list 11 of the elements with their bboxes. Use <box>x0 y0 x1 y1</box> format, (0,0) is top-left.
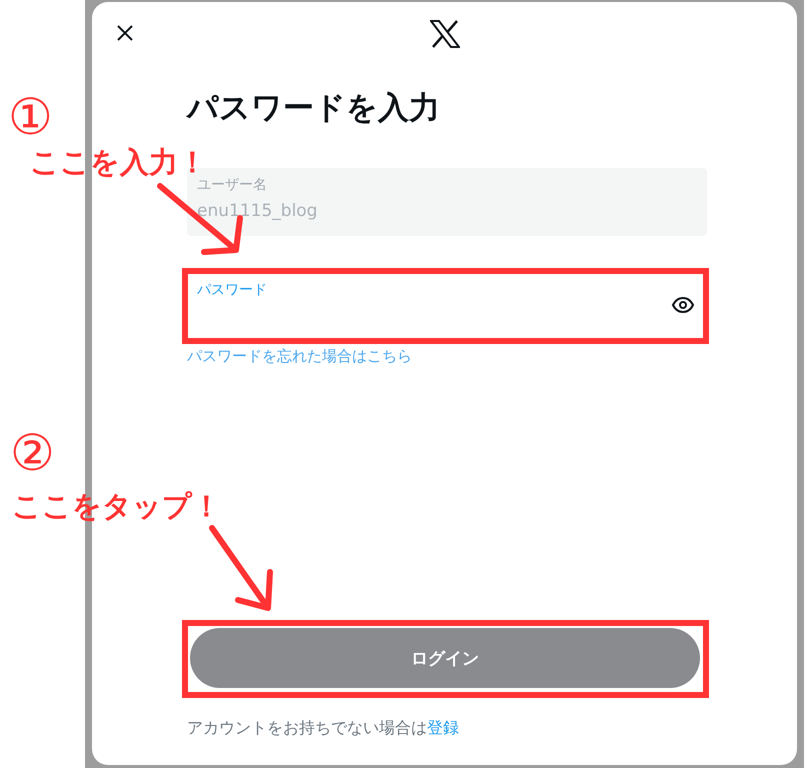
field-label: パスワード <box>197 281 267 299</box>
step-number: ② <box>10 426 55 480</box>
forgot-password-link[interactable]: パスワードを忘れた場合はこちら <box>187 347 707 366</box>
dialog-title: パスワードを入力 <box>187 89 441 128</box>
logo-icon <box>430 20 460 48</box>
field-value: enu1115_blog <box>197 200 318 222</box>
signup-link[interactable]: 登録 <box>427 718 459 739</box>
annotation-text: ここをタップ！ <box>12 488 221 524</box>
close-icon[interactable] <box>116 24 134 42</box>
step-number: ① <box>8 90 53 144</box>
footer-text: アカウントをお持ちでない場合は <box>187 718 427 739</box>
